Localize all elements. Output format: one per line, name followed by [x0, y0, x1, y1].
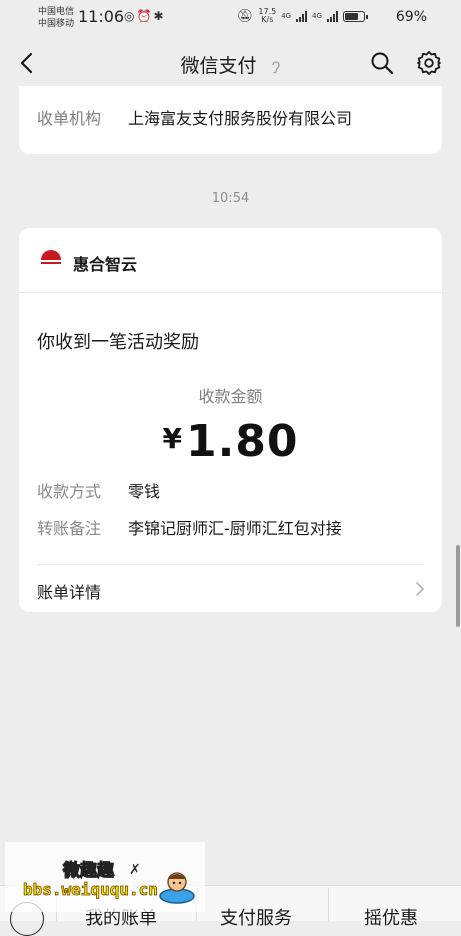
bluetooth-icon: ✱ — [153, 9, 166, 23]
acquirer-value: 上海富友支付服务股份有限公司 — [128, 109, 353, 128]
currency-symbol: ¥ — [162, 422, 182, 455]
carrier-2: 中国移动 — [38, 19, 75, 29]
watermark-mark-icon: ✗ — [129, 862, 141, 878]
signal-icon — [296, 10, 308, 22]
status-bar: 中国电信 中国移动 11:06 ◎⏰✱ 🔕︎ 17.5 K/s 4G 4G 69… — [0, 0, 461, 36]
tab-divider — [328, 888, 329, 921]
merchant-name: 惠合智云 — [73, 255, 138, 274]
status-time: 11:06 — [78, 7, 125, 26]
tab-payment-services[interactable]: 支付服务 — [220, 904, 292, 930]
amount-label: 收款金额 — [198, 387, 263, 406]
amount-display: ¥1.80 — [19, 416, 442, 467]
detail-label: 转账备注 — [37, 519, 102, 538]
bill-detail-link[interactable]: 账单详情 — [37, 579, 101, 603]
message-timestamp: 10:54 — [211, 191, 250, 206]
detail-row-payment-method: 收款方式 零钱 — [19, 478, 442, 502]
tab-shake-offers[interactable]: 摇优惠 — [364, 904, 418, 930]
net-speed: 17.5 K/s — [258, 8, 276, 24]
page-title-text: 微信支付 — [180, 55, 257, 77]
search-icon[interactable] — [370, 51, 394, 75]
battery-percent: 69% — [395, 9, 427, 25]
detail-label: 收款方式 — [37, 482, 102, 501]
merchant-logo-icon — [41, 250, 61, 264]
detail-value: 李锦记厨师汇-厨师汇红包对接 — [128, 519, 342, 538]
reward-message-card[interactable]: 惠合智云 你收到一笔活动奖励 收款金额 ¥1.80 收款方式 零钱 转账备注 李… — [19, 228, 442, 612]
ear-icon — [271, 60, 280, 73]
net-type-1: 4G — [281, 12, 292, 20]
mute-icon: 🔕︎ — [236, 8, 254, 24]
watermark: 微趣趣 ✗ bbs.weiququ.cn — [5, 842, 205, 912]
title-bar: 微信支付 — [0, 40, 461, 86]
detail-value: 零钱 — [128, 482, 161, 501]
watermark-url: bbs.weiququ.cn — [23, 880, 159, 900]
gear-icon[interactable] — [416, 50, 442, 76]
signal-icon-2 — [327, 10, 338, 22]
scrollbar[interactable] — [456, 545, 460, 627]
battery-icon — [343, 10, 368, 22]
status-notification-icons: ◎⏰✱ — [124, 9, 166, 23]
sync-icon: ◎ — [124, 9, 137, 23]
carrier-info: 中国电信 中国移动 — [38, 6, 74, 30]
amount-value: 1.80 — [185, 416, 299, 467]
acquirer-label: 收单机构 — [37, 109, 102, 128]
previous-payment-card: 收单机构 上海富友支付服务股份有限公司 — [19, 86, 442, 154]
card-divider — [37, 564, 424, 565]
reward-notice: 你收到一笔活动奖励 — [37, 332, 199, 353]
mascot-icon — [159, 872, 195, 904]
card-divider — [19, 292, 442, 293]
net-speed-unit: K/s — [261, 15, 274, 24]
carrier-1: 中国电信 — [38, 7, 75, 17]
detail-row-transfer-note: 转账备注 李锦记厨师汇-厨师汇红包对接 — [19, 515, 442, 539]
chevron-right-icon[interactable] — [413, 580, 427, 598]
net-type-2: 4G — [312, 12, 322, 20]
watermark-title: 微趣趣 — [62, 860, 114, 881]
status-right-icons: 🔕︎ 17.5 K/s 4G 4G — [236, 8, 368, 24]
alarm-icon: ⏰ — [136, 9, 154, 23]
